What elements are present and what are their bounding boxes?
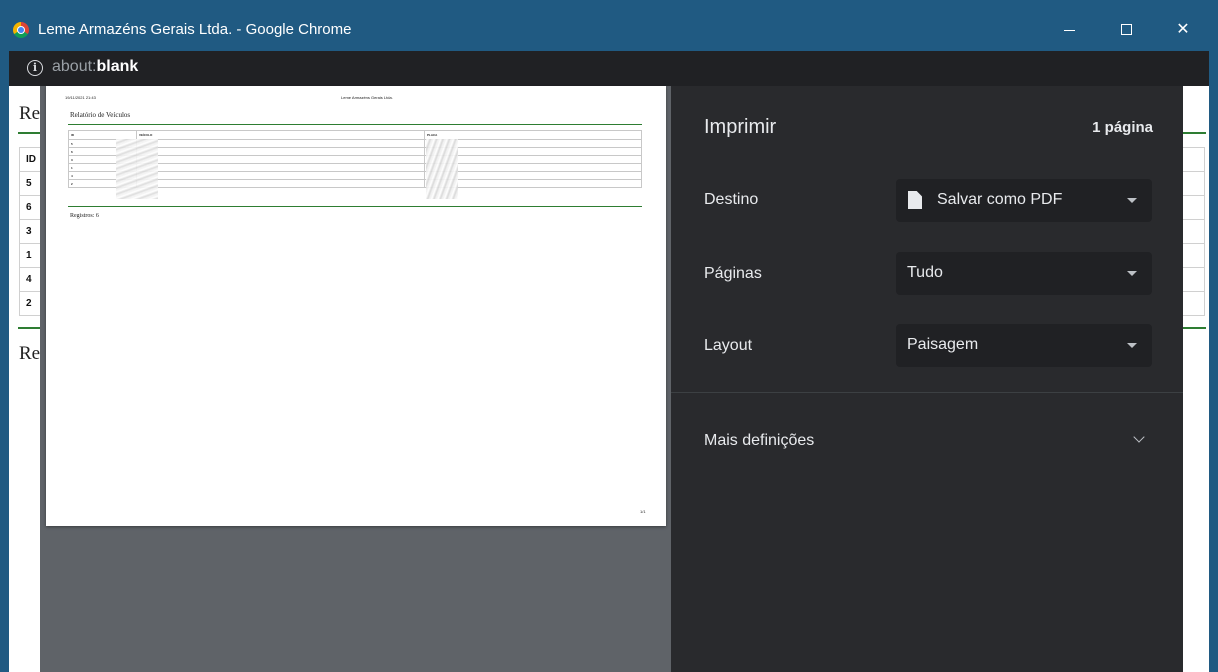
- destination-value: Salvar como PDF: [937, 191, 1063, 208]
- preview-datetime: 19/11/2021 21:43: [65, 95, 96, 100]
- pages-value: Tudo: [907, 264, 943, 281]
- destination-label: Destino: [704, 191, 759, 208]
- preview-vehicle-images: [116, 139, 158, 199]
- info-icon[interactable]: i: [27, 60, 43, 76]
- preview-rule-bottom: [68, 206, 642, 207]
- window-border-left: [0, 0, 9, 672]
- preview-col-vehicle: VEÍCULO: [136, 130, 425, 140]
- preview-report-title: Relatório de Veículos: [70, 111, 131, 119]
- layout-select[interactable]: Paisagem: [896, 324, 1152, 367]
- background-page-footer: Re: [19, 343, 41, 364]
- preview-plate-images: [426, 139, 458, 199]
- url-text[interactable]: about:blank: [52, 58, 138, 76]
- layout-label: Layout: [704, 337, 753, 354]
- url-host: blank: [96, 58, 139, 75]
- minimize-icon: [1064, 30, 1075, 31]
- file-icon: [908, 191, 922, 209]
- print-title: Imprimir: [704, 116, 777, 138]
- destination-select[interactable]: Salvar como PDF: [896, 179, 1152, 222]
- caret-down-icon: [1127, 343, 1137, 348]
- window-border-right: [1209, 0, 1218, 672]
- close-icon: ✕: [1176, 21, 1190, 38]
- page-count: 1 página: [1092, 119, 1153, 136]
- caret-down-icon: [1127, 198, 1137, 203]
- layout-value: Paisagem: [907, 336, 979, 353]
- caret-down-icon: [1127, 271, 1137, 276]
- print-settings-panel: Imprimir 1 página Destino Salvar como PD…: [671, 86, 1183, 672]
- maximize-button[interactable]: [1103, 15, 1149, 45]
- close-button[interactable]: ✕: [1160, 15, 1206, 45]
- preview-sheet[interactable]: 19/11/2021 21:43 Leme Armazéns Gerais Lt…: [46, 86, 666, 526]
- url-scheme: about:: [52, 58, 97, 75]
- preview-page-number: 1/1: [640, 509, 646, 514]
- window-title: Leme Armazéns Gerais Ltda. - Google Chro…: [38, 21, 352, 38]
- chevron-down-icon[interactable]: [1133, 431, 1145, 443]
- pages-label: Páginas: [704, 265, 762, 282]
- preview-records-count: Registros: 6: [70, 213, 99, 219]
- chrome-logo-icon: [13, 22, 29, 38]
- preview-rule-top: [68, 124, 642, 125]
- panel-divider: [671, 392, 1183, 393]
- minimize-button[interactable]: [1046, 15, 1092, 45]
- preview-company: Leme Armazéns Gerais Ltda.: [341, 95, 393, 100]
- background-page-title: Re: [19, 103, 41, 124]
- more-settings-toggle[interactable]: Mais definições: [704, 432, 814, 450]
- pages-select[interactable]: Tudo: [896, 252, 1152, 295]
- maximize-icon: [1121, 24, 1132, 35]
- address-bar[interactable]: i about:blank: [9, 51, 1209, 86]
